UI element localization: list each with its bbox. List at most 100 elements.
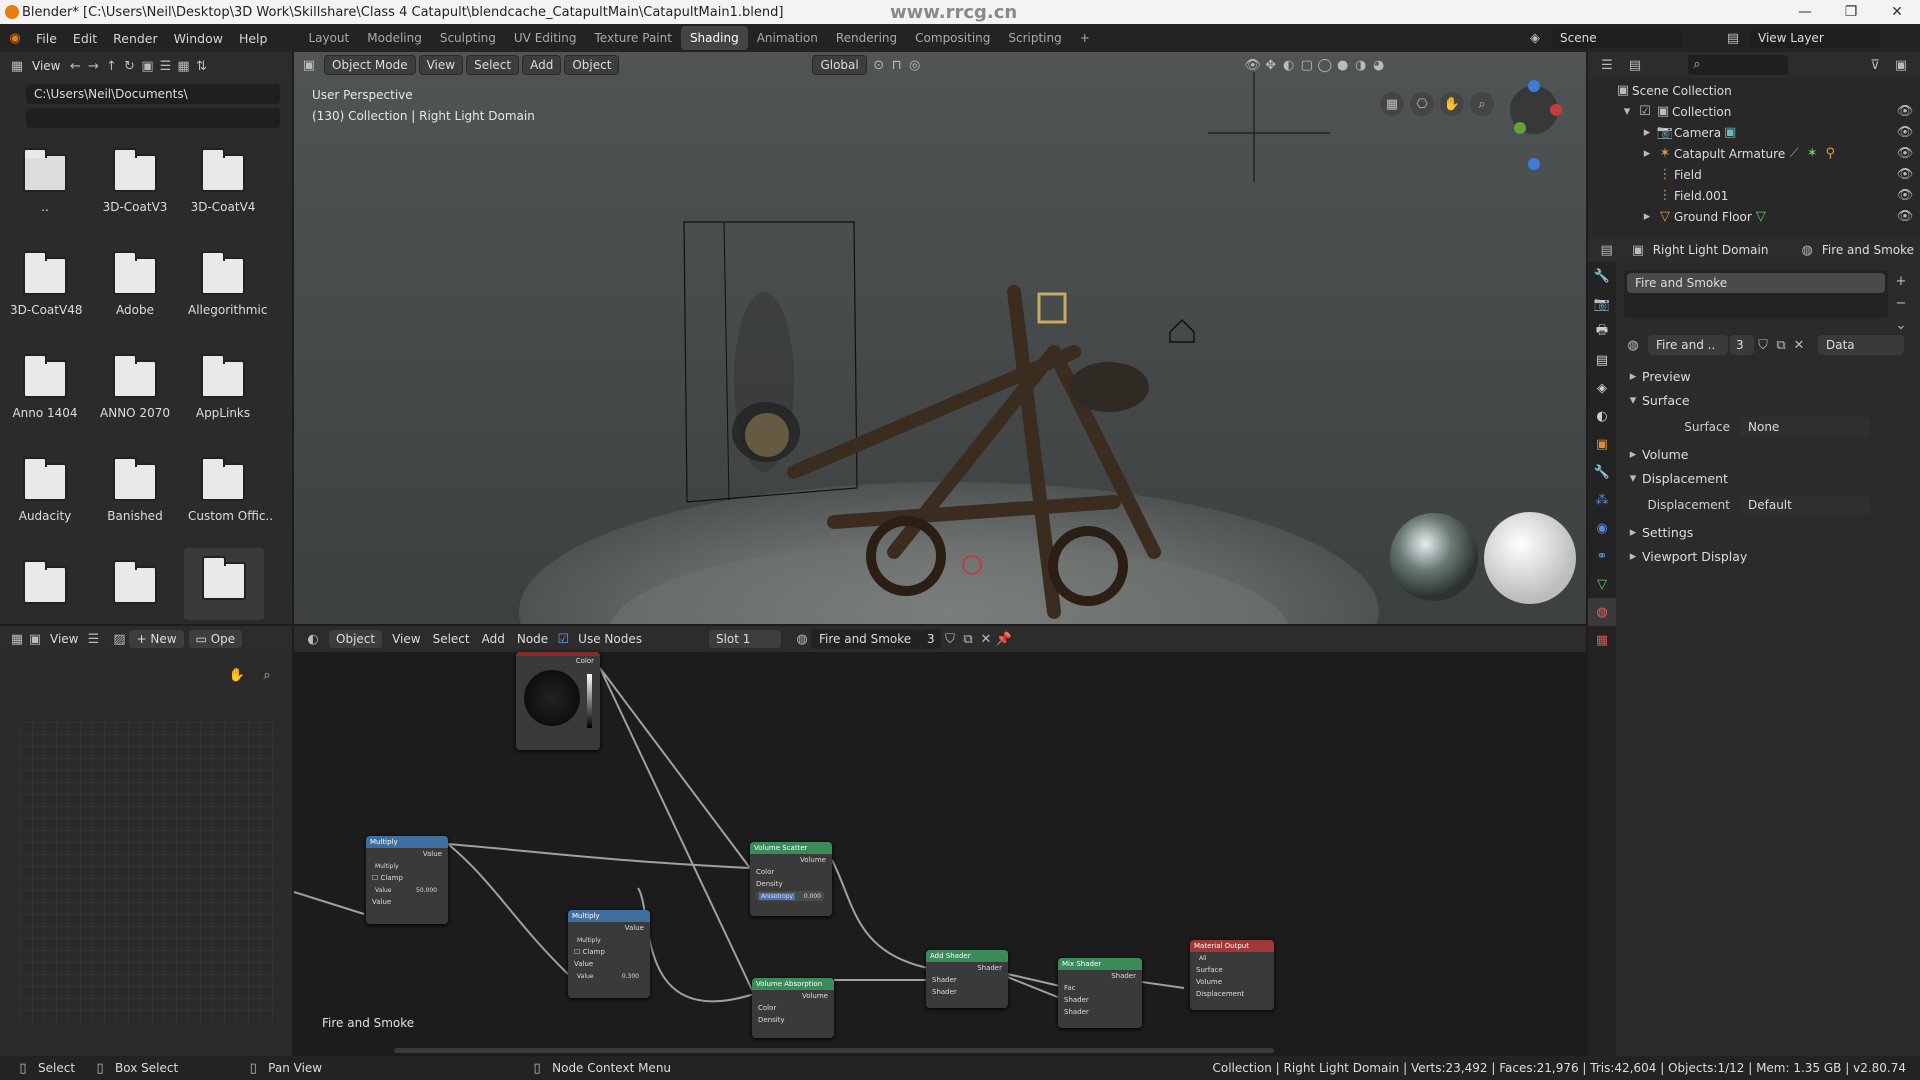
shading-wire-icon[interactable]: ◯ <box>1316 56 1334 74</box>
blender-menu-icon[interactable]: ◉ <box>6 29 24 47</box>
section-settings[interactable]: ▸ Settings <box>1616 520 1920 544</box>
new-folder-icon[interactable]: ▣ <box>138 57 156 75</box>
menu-help[interactable]: Help <box>231 24 276 52</box>
outliner-editor-icon[interactable]: ☰ <box>1598 56 1616 74</box>
particles-tab-icon[interactable]: ⁂ <box>1588 486 1616 514</box>
node-editor-type-icon[interactable]: ◐ <box>304 630 322 648</box>
material-name-field[interactable]: Fire and .. <box>1648 335 1728 355</box>
proportional-edit-icon[interactable]: ◎ <box>906 56 924 74</box>
outliner-item-ground-floor[interactable]: ▸ ▽ Ground Floor ▽ 👁 <box>1588 206 1920 227</box>
expand-icon[interactable]: ▸ <box>1638 145 1656 163</box>
unlink-icon[interactable]: ✕ <box>1790 336 1808 354</box>
folder-item[interactable]: 3D-CoatV48 <box>10 243 82 341</box>
pivot-icon[interactable]: ⊙ <box>870 56 888 74</box>
image-editor-type-icon[interactable]: ▦ <box>8 630 26 648</box>
gizmo-toggle-icon[interactable]: ✥ <box>1262 56 1280 74</box>
editor-type-icon[interactable]: ▦ <box>8 57 26 75</box>
checkbox-icon[interactable]: ☑ <box>1636 103 1654 121</box>
surface-shader-field[interactable]: None <box>1740 417 1870 437</box>
zoom-icon[interactable]: ⌕ <box>258 666 276 684</box>
eye-icon[interactable]: 👁 <box>1896 145 1914 163</box>
section-viewport-display[interactable]: ▸ Viewport Display <box>1616 544 1920 568</box>
tab-rendering[interactable]: Rendering <box>827 26 906 50</box>
menu-file[interactable]: File <box>28 24 65 52</box>
path-field[interactable]: C:\Users\Neil\Documents\ <box>26 84 280 104</box>
viewport-menu-add[interactable]: Add <box>522 55 562 75</box>
eye-icon[interactable]: 👁 <box>1896 187 1914 205</box>
new-image-button[interactable]: + New <box>128 629 185 649</box>
node-menu-view[interactable]: View <box>386 632 426 646</box>
forward-icon[interactable]: → <box>84 57 102 75</box>
folder-item[interactable]: AppLinks <box>188 346 258 444</box>
view-mode-icon[interactable]: ▣ <box>26 630 44 648</box>
snap-icon[interactable]: ⊓ <box>888 56 906 74</box>
tab-scripting[interactable]: Scripting <box>999 26 1070 50</box>
filter-icon[interactable]: ⊽ <box>1866 56 1884 74</box>
volume-absorption-node[interactable]: Volume Absorption Volume Color Density <box>752 978 834 1038</box>
value-slider[interactable] <box>587 674 592 728</box>
add-workspace-button[interactable]: + <box>1071 26 1099 50</box>
link-data-dropdown[interactable]: Data <box>1818 335 1904 355</box>
outliner-item-field-001[interactable]: ⋮ Field.001 👁 <box>1588 185 1920 206</box>
slot-dropdown[interactable]: Slot 1 <box>707 629 782 649</box>
add-slot-icon[interactable]: + <box>1892 272 1910 290</box>
back-icon[interactable]: ← <box>66 57 84 75</box>
outliner-search-input[interactable]: ⌕ <box>1688 55 1788 75</box>
tab-compositing[interactable]: Compositing <box>906 26 999 50</box>
color-wheel[interactable] <box>524 670 580 726</box>
pan-hand-icon[interactable]: ✋ <box>1440 92 1464 116</box>
visibility-icon[interactable]: 👁 <box>1244 56 1262 74</box>
scene-tab-icon[interactable]: ◈ <box>1588 374 1616 402</box>
object-mode-dropdown[interactable]: Object Mode <box>324 55 416 75</box>
fake-user-icon[interactable]: ⛉ <box>1754 336 1772 354</box>
outliner-scene-collection[interactable]: ▣ Scene Collection <box>1588 80 1920 101</box>
3d-viewport[interactable]: ▣ Object Mode View Select Add Object Glo… <box>294 52 1586 624</box>
menu-edit[interactable]: Edit <box>65 24 105 52</box>
displacement-field[interactable]: Default <box>1740 495 1870 515</box>
eye-icon[interactable]: 👁 <box>1896 166 1914 184</box>
multiply-node-1[interactable]: Multiply Value Multiply ☐ Clamp Value 50.… <box>366 836 448 924</box>
section-preview[interactable]: ▸ Preview <box>1616 364 1920 388</box>
folder-item[interactable]: .. <box>10 140 80 238</box>
refresh-icon[interactable]: ↻ <box>120 57 138 75</box>
tab-modeling[interactable]: Modeling <box>358 26 431 50</box>
remove-slot-icon[interactable]: − <box>1892 294 1910 312</box>
transform-orientation-dropdown[interactable]: Global <box>812 55 867 75</box>
duplicate-icon[interactable]: ⧉ <box>1772 336 1790 354</box>
image-browse-icon[interactable]: ▨ <box>110 630 128 648</box>
checkbox-icon[interactable]: ☐ <box>574 948 583 956</box>
add-shader-node[interactable]: Add Shader Shader Shader Shader <box>926 950 1008 1008</box>
material-slot-item[interactable]: Fire and Smoke <box>1627 273 1885 293</box>
use-nodes-checkbox-icon[interactable]: ☑ <box>554 630 572 648</box>
folder-item[interactable] <box>100 552 170 622</box>
viewport-menu-select[interactable]: Select <box>466 55 520 75</box>
camera-view-icon[interactable]: ⎔ <box>1410 92 1434 116</box>
material-users-count[interactable]: 3 <box>1730 335 1754 355</box>
menu-list-icon[interactable]: ☰ <box>84 630 102 648</box>
folder-item[interactable]: Custom Offic.. <box>188 449 273 547</box>
filename-field[interactable] <box>26 108 280 128</box>
volume-scatter-node[interactable]: Volume Scatter Volume Color Density Anis… <box>750 842 832 916</box>
outliner-item-catapult-armature[interactable]: ▸ ✶ Catapult Armature ⟋ ✶ ⚲ 👁 <box>1588 143 1920 164</box>
material-slot-list[interactable]: Fire and Smoke <box>1624 270 1888 318</box>
toggle-camera-icon[interactable]: ▦ <box>1380 92 1404 116</box>
object-tab-icon[interactable]: ▣ <box>1588 430 1616 458</box>
world-tab-icon[interactable]: ◐ <box>1588 402 1616 430</box>
folder-item[interactable]: Banished <box>100 449 170 547</box>
open-image-button[interactable]: ▭ Ope <box>187 629 244 649</box>
pan-hand-icon[interactable]: ✋ <box>228 666 246 684</box>
node-material-field[interactable]: Fire and Smoke <box>810 629 921 649</box>
menu-render[interactable]: Render <box>105 24 166 52</box>
outliner-item-collection[interactable]: ▾ ☑ ▣ Collection 👁 <box>1588 101 1920 122</box>
folder-item[interactable]: ANNO 2070 <box>100 346 170 444</box>
shader-type-dropdown[interactable]: Object <box>328 629 384 649</box>
folder-item[interactable] <box>184 548 264 620</box>
eye-icon[interactable]: 👁 <box>1896 124 1914 142</box>
tab-shading[interactable]: Shading <box>680 26 748 50</box>
mix-shader-node[interactable]: Mix Shader Shader Fac Shader Shader <box>1058 958 1142 1028</box>
material-browse-icon[interactable]: ◍ <box>1624 336 1642 354</box>
tab-layout[interactable]: Layout <box>299 26 358 50</box>
shading-rendered-icon[interactable]: ◕ <box>1370 56 1388 74</box>
tab-texture-paint[interactable]: Texture Paint <box>586 26 681 50</box>
material-tab-icon[interactable]: ◍ <box>1588 598 1616 626</box>
